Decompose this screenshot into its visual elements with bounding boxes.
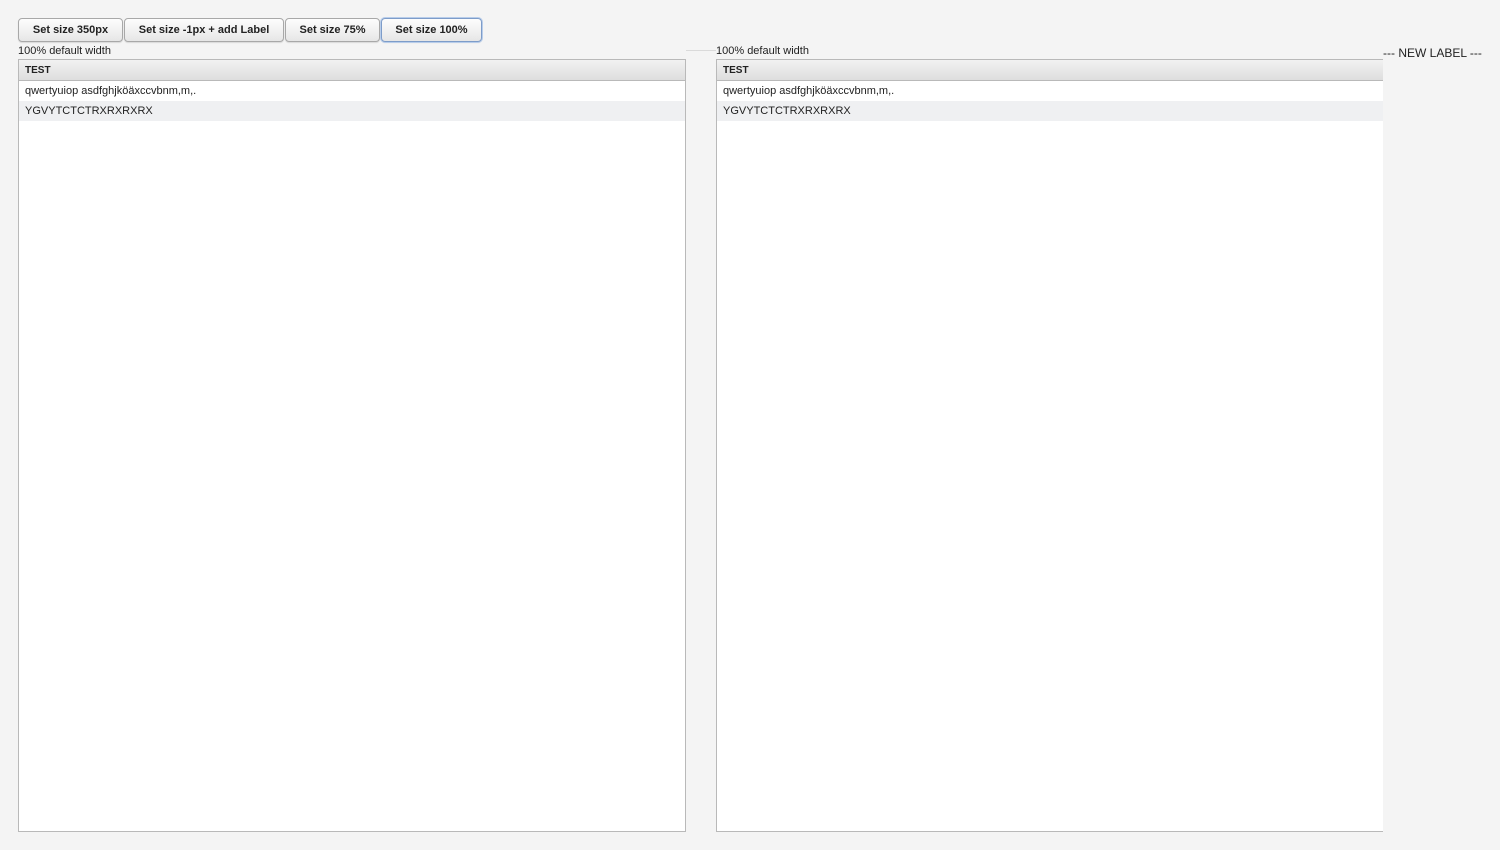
- right-table-header-test[interactable]: TEST: [717, 60, 1383, 81]
- right-panel-caption: 100% default width: [716, 45, 809, 57]
- set-size-75-percent-button[interactable]: Set size 75%: [285, 18, 380, 42]
- new-label: --- NEW LABEL ---: [1383, 46, 1482, 60]
- set-size-100-percent-button[interactable]: Set size 100%: [381, 18, 482, 42]
- set-size-minus-1px-add-label-button[interactable]: Set size -1px + add Label: [124, 18, 284, 42]
- toolbar: Set size 350px Set size -1px + add Label…: [18, 18, 482, 42]
- left-table-header-test[interactable]: TEST: [19, 60, 685, 81]
- table-row[interactable]: qwertyuiop asdfghjköäxccvbnm,m,.: [19, 81, 685, 101]
- left-table: TEST qwertyuiop asdfghjköäxccvbnm,m,. YG…: [18, 59, 686, 832]
- table-row[interactable]: YGVYTCTCTRXRXRXRX: [19, 101, 685, 121]
- set-size-350px-button[interactable]: Set size 350px: [18, 18, 123, 42]
- table-row[interactable]: qwertyuiop asdfghjköäxccvbnm,m,.: [717, 81, 1383, 101]
- table-row[interactable]: YGVYTCTCTRXRXRXRX: [717, 101, 1383, 121]
- right-table: TEST qwertyuiop asdfghjköäxccvbnm,m,. YG…: [716, 59, 1383, 832]
- splitter-divider: [686, 50, 716, 51]
- left-panel-caption: 100% default width: [18, 45, 111, 57]
